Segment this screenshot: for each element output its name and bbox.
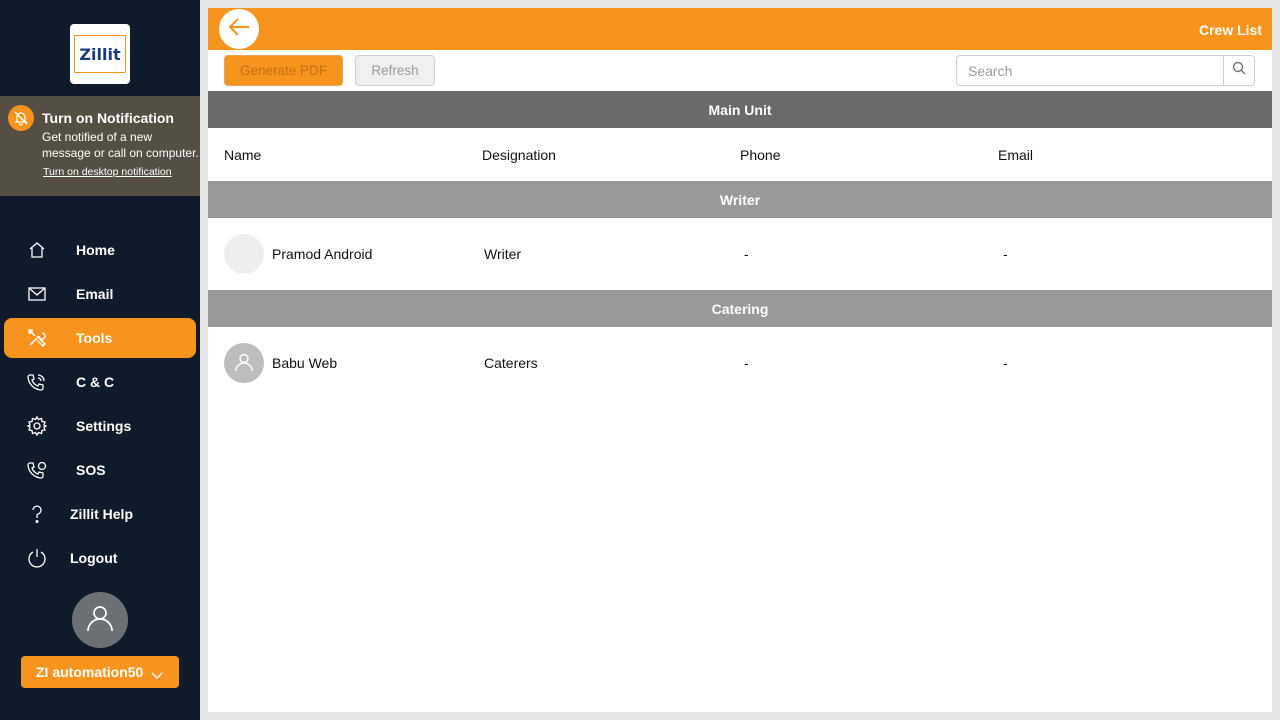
column-header-email: Email (998, 147, 1034, 163)
crew-designation: Writer (484, 246, 522, 262)
power-icon (26, 548, 48, 568)
sidebar-item-label: Logout (70, 550, 118, 566)
user-menu-button[interactable]: ZI automation50 (21, 656, 179, 688)
search-box (956, 55, 1255, 86)
sidebar-item-sos[interactable]: SOS (4, 450, 196, 490)
main-panel: Crew List Generate PDF Refresh Main Unit… (208, 8, 1272, 712)
column-header-designation: Designation (482, 147, 556, 163)
user-icon (234, 352, 254, 375)
page-title: Crew List (1198, 22, 1262, 38)
arrow-left-icon (228, 17, 250, 42)
tools-icon (26, 328, 48, 348)
bell-off-icon (8, 105, 34, 131)
crew-email: - (1003, 355, 1008, 371)
back-button[interactable] (219, 9, 259, 49)
chevron-down-icon (151, 667, 163, 683)
sidebar-item-home[interactable]: Home (4, 230, 196, 270)
notification-banner: Turn on Notification Get notified of a n… (0, 96, 200, 196)
unit-header: Main Unit (208, 91, 1272, 128)
toolbar: Generate PDF Refresh (208, 50, 1272, 91)
column-header-phone: Phone (740, 147, 781, 163)
user-avatar[interactable] (72, 592, 128, 648)
phone-icon (26, 372, 48, 392)
generate-pdf-button[interactable]: Generate PDF (224, 55, 343, 86)
sidebar-item-label: SOS (76, 462, 106, 478)
sidebar-item-label: Home (76, 242, 115, 258)
sidebar-item-label: C & C (76, 374, 115, 390)
crew-phone: - (744, 246, 749, 262)
refresh-button[interactable]: Refresh (355, 55, 435, 86)
crew-email: - (1003, 246, 1008, 262)
enable-notification-link[interactable]: Turn on desktop notification (43, 166, 172, 178)
notification-title: Turn on Notification (42, 110, 174, 126)
question-icon (26, 504, 48, 524)
sidebar-item-help[interactable]: Zillit Help (4, 494, 196, 534)
sidebar-item-settings[interactable]: Settings (4, 406, 196, 446)
sidebar-item-label: Zillit Help (70, 506, 133, 522)
group-header-writer: Writer (208, 181, 1272, 218)
sidebar-item-logout[interactable]: Logout (4, 538, 196, 578)
gear-icon (26, 416, 48, 436)
user-icon (86, 604, 114, 637)
group-header-catering: Catering (208, 290, 1272, 327)
home-icon (26, 240, 48, 260)
sidebar: Zillit Turn on Notification Get notified… (0, 0, 200, 720)
sidebar-item-label: Tools (76, 330, 113, 346)
column-header-name: Name (224, 147, 262, 163)
search-input[interactable] (957, 56, 1223, 85)
table-row[interactable]: Babu Web Caterers - - (208, 327, 1272, 399)
logo-text: Zillit (74, 35, 126, 73)
user-name: ZI automation50 (36, 664, 144, 680)
avatar (224, 234, 264, 274)
crew-phone: - (744, 355, 749, 371)
zillit-logo: Zillit (70, 24, 130, 84)
crew-name: Pramod Android (272, 246, 373, 262)
sidebar-item-cc[interactable]: C & C (4, 362, 196, 402)
crew-designation: Caterers (484, 355, 538, 371)
notification-text: Get notified of a new message or call on… (42, 130, 199, 160)
table-header: Name Designation Phone Email (208, 128, 1272, 181)
table-row[interactable]: Pramod Android Writer - - (208, 218, 1272, 290)
sidebar-item-label: Email (76, 286, 114, 302)
sidebar-item-email[interactable]: Email (4, 274, 196, 314)
avatar (224, 343, 264, 383)
sidebar-item-label: Settings (76, 418, 132, 434)
sos-icon (26, 460, 48, 480)
mail-icon (26, 284, 48, 304)
search-button[interactable] (1223, 56, 1254, 85)
top-bar: Crew List (208, 8, 1272, 50)
sidebar-item-tools[interactable]: Tools (4, 318, 196, 358)
crew-name: Babu Web (272, 355, 338, 371)
search-icon (1232, 61, 1246, 80)
sidebar-nav: Home Email Tools C & C Settings SOS Zill… (4, 230, 196, 582)
